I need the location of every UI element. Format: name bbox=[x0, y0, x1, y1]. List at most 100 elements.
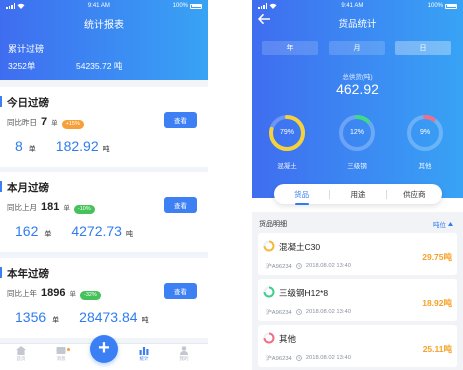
battery-icon bbox=[190, 3, 202, 9]
weight-unit: 吨 bbox=[141, 317, 149, 324]
item-amount: 18.92吨 bbox=[422, 298, 452, 308]
battery-level: 100% bbox=[427, 3, 443, 9]
weight-value: 4272.73 bbox=[71, 223, 122, 239]
orders-value: 1356 bbox=[15, 309, 47, 325]
item-time: 2018.08.02 13:40 bbox=[305, 354, 351, 361]
user-icon bbox=[180, 346, 188, 355]
item-plate: 沪A96234 bbox=[266, 310, 292, 316]
year-weighing-card: 本年过磅 同比上年 1896 单 -32% 查看 1356 单 28473.84… bbox=[0, 258, 208, 338]
card-comparison: 同比上月 181 单 -10% bbox=[7, 201, 95, 214]
sort-up-icon bbox=[448, 222, 453, 226]
period-tab-year[interactable]: 年 bbox=[262, 41, 318, 55]
signal-indicator bbox=[258, 3, 277, 9]
segment-supplier[interactable]: 供应商 bbox=[387, 189, 442, 200]
weight-value: 182.92 bbox=[55, 138, 99, 154]
page-title: 货品统计 bbox=[338, 19, 377, 30]
comparison-unit: 单 bbox=[51, 120, 58, 127]
period-tab-day[interactable]: 日 bbox=[395, 41, 451, 55]
change-badge: -10% bbox=[73, 205, 95, 214]
view-button[interactable]: 查看 bbox=[164, 112, 197, 128]
ring-label: 其他 bbox=[418, 163, 432, 170]
item-plate: 沪A96234 bbox=[266, 264, 292, 270]
comparison-label: 同比上年 bbox=[7, 289, 37, 298]
today-weighing-card: 今日过磅 同比昨日 7 单 +15% 查看 8 单 182.92 吨 bbox=[0, 87, 208, 167]
battery-icon bbox=[445, 3, 457, 9]
status-time: 9:41 AM bbox=[341, 3, 364, 9]
ring-chart-rebar: 12% bbox=[337, 113, 377, 153]
segment-usage[interactable]: 用途 bbox=[330, 189, 385, 200]
item-meta: 沪A96234 2018.08.02 13:40 bbox=[266, 261, 351, 271]
card-title: 本月过磅 bbox=[7, 182, 49, 194]
card-accent-bar bbox=[0, 267, 2, 278]
card-accent-bar bbox=[0, 181, 2, 192]
goods-statistics-screen: 9:41 AM 100% 货品统计 年 月 日 总供货(吨) 462.92 79… bbox=[252, 0, 463, 370]
orders-unit: 单 bbox=[44, 231, 52, 238]
change-badge: -32% bbox=[79, 291, 101, 300]
item-name: 三级钢H12*8 bbox=[279, 288, 329, 298]
goods-list-item[interactable]: 混凝土C30 沪A96234 2018.08.02 13:40 29.75吨 bbox=[258, 233, 457, 275]
comparison-label: 同比昨日 bbox=[7, 118, 37, 127]
page-title: 统计报表 bbox=[84, 20, 124, 31]
ring-chart-concrete: 79% bbox=[267, 113, 307, 153]
item-ring-icon bbox=[263, 240, 275, 252]
clock-icon bbox=[295, 354, 302, 361]
comparison-unit: 单 bbox=[63, 205, 70, 212]
tab-statistics[interactable]: 统计 bbox=[129, 346, 159, 362]
ring-label: 三级钢 bbox=[347, 163, 367, 170]
tab-profile[interactable]: 我的 bbox=[169, 346, 199, 362]
tab-label: 首页 bbox=[16, 356, 26, 361]
comparison-value: 181 bbox=[41, 201, 60, 213]
orders-unit: 单 bbox=[28, 146, 36, 153]
segment-goods[interactable]: 货品 bbox=[274, 189, 329, 205]
weight-unit: 吨 bbox=[125, 231, 133, 238]
item-amount: 25.11吨 bbox=[422, 344, 452, 354]
view-button[interactable]: 查看 bbox=[164, 283, 197, 299]
signal-indicator bbox=[6, 3, 25, 9]
category-segmented-control: 货品 用途 供应商 bbox=[274, 184, 442, 205]
ring-percent: 79% bbox=[279, 129, 294, 136]
view-button[interactable]: 查看 bbox=[164, 197, 197, 213]
item-name: 其他 bbox=[279, 334, 297, 344]
change-badge: +15% bbox=[61, 120, 84, 129]
report-header: 9:41 AM 100% 统计报表 累计过磅 3252单 54235.72 吨 bbox=[0, 0, 208, 80]
total-supply-value: 462.92 bbox=[336, 81, 379, 97]
item-time: 2018.08.02 13:40 bbox=[305, 308, 351, 315]
message-icon bbox=[56, 347, 66, 354]
card-totals: 162 单 4272.73 吨 bbox=[15, 223, 133, 239]
orders-unit: 单 bbox=[52, 317, 60, 324]
comparison-value: 7 bbox=[41, 116, 48, 128]
tonnage-sort-toggle[interactable]: 吨位 bbox=[433, 219, 453, 229]
item-ring-icon bbox=[263, 286, 275, 298]
tab-home[interactable]: 首页 bbox=[6, 346, 36, 362]
cumulative-count: 3252单 bbox=[8, 61, 36, 71]
goods-list-item[interactable]: 三级钢H12*8 沪A96234 2018.08.02 13:40 18.92吨 bbox=[258, 279, 457, 321]
total-supply-label: 总供货(吨) bbox=[342, 74, 373, 81]
comparison-value: 1896 bbox=[41, 287, 66, 299]
status-bar: 9:41 AM 100% bbox=[0, 0, 208, 12]
chart-icon bbox=[139, 347, 149, 355]
card-totals: 8 单 182.92 吨 bbox=[15, 138, 110, 154]
add-button[interactable]: + bbox=[90, 335, 118, 363]
item-time: 2018.08.02 13:40 bbox=[305, 262, 351, 269]
ring-label: 混凝土 bbox=[277, 163, 297, 170]
period-tab-month[interactable]: 月 bbox=[329, 41, 385, 55]
tab-messages[interactable]: 消息 bbox=[46, 346, 76, 362]
goods-list-item[interactable]: 其他 沪A96234 2018.08.02 13:40 25.11吨 bbox=[258, 325, 457, 367]
card-totals: 1356 单 28473.84 吨 bbox=[15, 309, 149, 325]
month-weighing-card: 本月过磅 同比上月 181 单 -10% 查看 162 单 4272.73 吨 bbox=[0, 172, 208, 252]
card-title: 本年过磅 bbox=[7, 268, 49, 280]
item-ring-icon bbox=[263, 332, 275, 344]
tab-label: 我的 bbox=[179, 356, 189, 361]
wifi-icon bbox=[17, 3, 25, 9]
card-title: 今日过磅 bbox=[7, 97, 49, 109]
weight-value: 28473.84 bbox=[79, 309, 138, 325]
card-accent-bar bbox=[0, 96, 2, 107]
ring-percent: 9% bbox=[419, 129, 431, 136]
goods-header: 9:41 AM 100% 货品统计 年 月 日 总供货(吨) 462.92 79… bbox=[252, 0, 463, 198]
clock-icon bbox=[295, 262, 302, 269]
cellular-signal-icon bbox=[6, 3, 15, 9]
item-name: 混凝土C30 bbox=[279, 242, 321, 252]
battery-level: 100% bbox=[172, 3, 188, 9]
screen: 9:41 AM 100% 统计报表 累计过磅 3252单 54235.72 吨 … bbox=[0, 0, 463, 370]
cellular-signal-icon bbox=[258, 3, 267, 9]
